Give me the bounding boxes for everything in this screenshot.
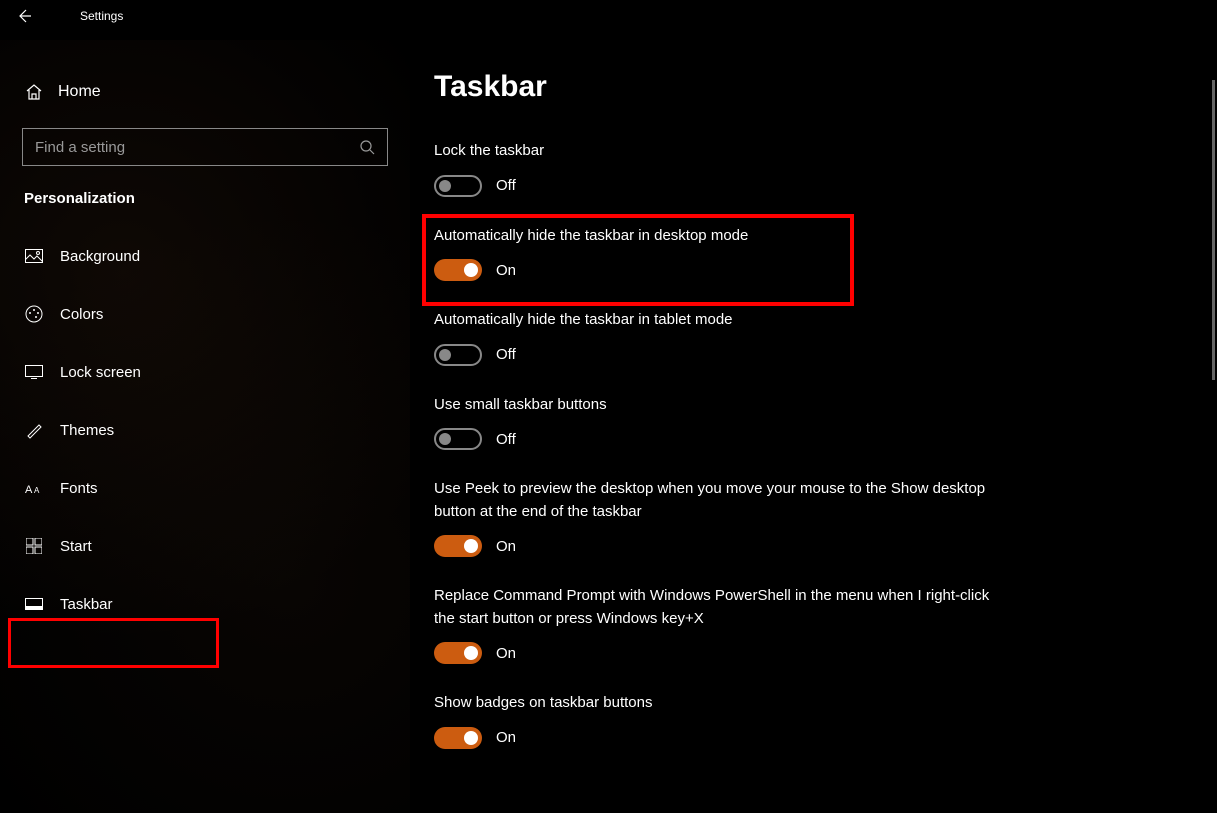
toggle-state: On [496,729,516,746]
toggle-badges[interactable] [434,727,482,749]
toggle-state: On [496,262,516,279]
sidebar: Home Personalization Background Colors L… [0,40,410,813]
setting-powershell: Replace Command Prompt with Windows Powe… [434,585,994,664]
svg-text:A: A [34,486,40,495]
sidebar-item-start[interactable]: Start [0,523,410,569]
sidebar-item-label: Colors [60,306,103,323]
setting-label: Automatically hide the taskbar in tablet… [434,309,994,332]
toggle-lock-taskbar[interactable] [434,175,482,197]
setting-label: Use Peek to preview the desktop when you… [434,478,994,523]
toggle-state: On [496,538,516,555]
setting-small-buttons: Use small taskbar buttons Off [434,394,994,451]
sidebar-item-lock-screen[interactable]: Lock screen [0,349,410,395]
sidebar-item-colors[interactable]: Colors [0,291,410,337]
setting-badges: Show badges on taskbar buttons On [434,692,994,749]
picture-icon [24,249,44,263]
toggle-small-buttons[interactable] [434,428,482,450]
toggle-peek-preview[interactable] [434,535,482,557]
toggle-state: On [496,645,516,662]
back-button[interactable] [0,0,48,32]
toggle-powershell[interactable] [434,642,482,664]
sidebar-item-label: Start [60,538,92,555]
setting-label: Automatically hide the taskbar in deskto… [434,225,994,248]
window-title: Settings [80,9,123,23]
sidebar-item-label: Taskbar [60,596,113,613]
main-content: Taskbar Lock the taskbar Off Automatical… [410,0,1217,813]
setting-lock-taskbar: Lock the taskbar Off [434,140,994,197]
search-icon [359,139,375,155]
setting-label: Lock the taskbar [434,140,994,163]
brush-icon [24,421,44,439]
sidebar-item-fonts[interactable]: AA Fonts [0,465,410,511]
home-icon [24,83,44,101]
toggle-state: Off [496,177,516,194]
toggle-state: Off [496,431,516,448]
setting-label: Show badges on taskbar buttons [434,692,994,715]
search-input[interactable] [35,139,359,156]
setting-autohide-tablet: Automatically hide the taskbar in tablet… [434,309,994,366]
section-title: Personalization [0,190,410,207]
setting-autohide-desktop: Automatically hide the taskbar in deskto… [434,225,994,282]
sidebar-item-label: Themes [60,422,114,439]
scrollbar[interactable] [1212,80,1215,380]
font-icon: AA [24,481,44,495]
monitor-icon [24,365,44,379]
grid-icon [24,538,44,554]
arrow-left-icon [16,8,32,24]
sidebar-item-label: Fonts [60,480,98,497]
sidebar-item-background[interactable]: Background [0,233,410,279]
sidebar-item-label: Lock screen [60,364,141,381]
home-nav[interactable]: Home [0,70,410,114]
home-label: Home [58,83,101,101]
page-title: Taskbar [434,70,1217,104]
toggle-state: Off [496,346,516,363]
palette-icon [24,305,44,323]
setting-peek-preview: Use Peek to preview the desktop when you… [434,478,994,557]
setting-label: Use small taskbar buttons [434,394,994,417]
sidebar-item-label: Background [60,248,140,265]
sidebar-item-taskbar[interactable]: Taskbar [0,581,410,627]
toggle-autohide-desktop[interactable] [434,259,482,281]
sidebar-item-themes[interactable]: Themes [0,407,410,453]
svg-text:A: A [25,484,33,495]
taskbar-icon [24,598,44,610]
search-box[interactable] [22,128,388,166]
toggle-autohide-tablet[interactable] [434,344,482,366]
setting-label: Replace Command Prompt with Windows Powe… [434,585,994,630]
